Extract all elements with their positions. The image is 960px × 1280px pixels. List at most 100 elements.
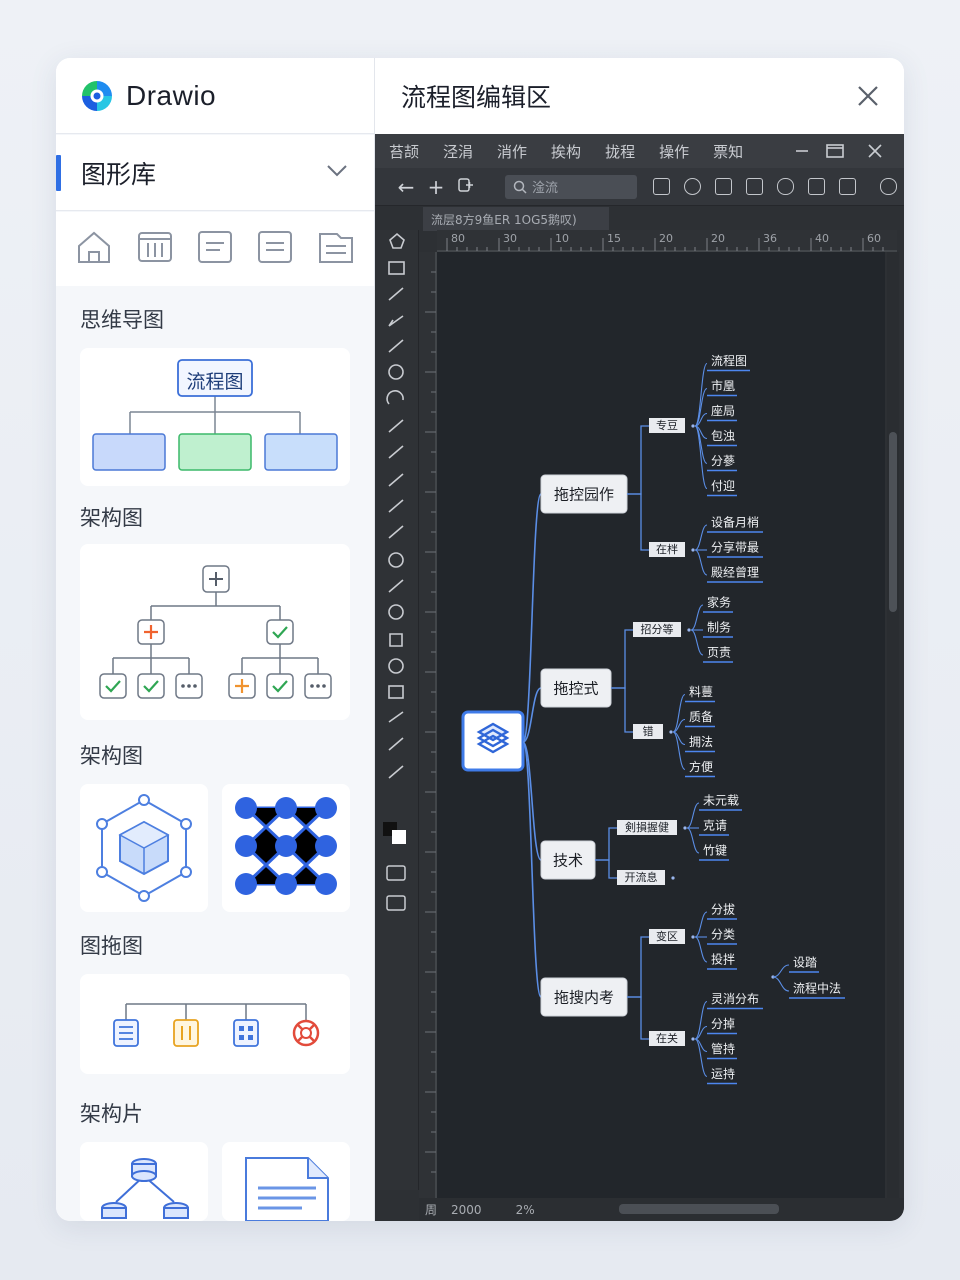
grid-view-icon[interactable]	[746, 178, 763, 195]
leaf-label: 分蔘	[711, 454, 735, 468]
shape-hex-icon[interactable]	[684, 178, 701, 195]
neural-network-icon	[235, 797, 337, 895]
library-title: 图形库	[81, 159, 157, 189]
connector-dot	[691, 1037, 695, 1041]
branch-label: 拖控式	[553, 680, 598, 698]
pause-icon	[173, 1019, 199, 1047]
cube-network-card[interactable]	[80, 784, 208, 912]
leaf-label: 分类	[711, 928, 735, 942]
editor-panel: 流程图编辑区 苔颉 泾涓 消作 挨构 拢程 操作 票知 ← + 淦流 流层8方9…	[374, 58, 904, 1221]
connector-dot	[691, 935, 695, 939]
horizontal-scrollbar-thumb[interactable]	[619, 1204, 779, 1214]
home-icon[interactable]	[75, 228, 113, 270]
emoji-icon[interactable]	[777, 178, 794, 195]
shape-library-panel: Drawio 图形库 思维导图 流程图 架构图 架构图 图拖图 架构片	[56, 58, 374, 1221]
brand-name: Drawio	[126, 79, 217, 111]
leaf-label: 殿经曾理	[711, 566, 759, 580]
diagram-canvas[interactable]: 拖控园作 专豆 流程图 市凰 座局 包浊 分蔘 付迎 在柈 设备月梢 分享带最 殿经曾理 拖控式 招分等 家…	[437, 252, 885, 1202]
menu-item[interactable]: 拢程	[605, 141, 635, 162]
group-label: 开流息	[625, 870, 658, 884]
maximize-icon[interactable]	[825, 141, 845, 165]
ruler-tick: 60	[867, 232, 881, 245]
connector-line	[686, 827, 700, 854]
connector-line	[595, 827, 617, 861]
menu-item[interactable]: 票知	[713, 141, 743, 162]
minimize-icon[interactable]	[795, 141, 809, 165]
leaf-label: 分拔	[711, 902, 735, 917]
database-tree-card[interactable]	[80, 1142, 208, 1221]
note-icon[interactable]	[196, 228, 234, 270]
leaf-label: 市凰	[711, 378, 735, 393]
tool-icons[interactable]	[375, 230, 419, 930]
group-label: 在关	[656, 1031, 678, 1045]
connector-dot	[691, 548, 695, 552]
menu-item[interactable]: 操作	[659, 141, 689, 162]
scrollbar-thumb[interactable]	[889, 432, 897, 612]
search-placeholder: 淦流	[532, 181, 559, 196]
list-view-icon[interactable]	[653, 178, 670, 195]
menu-item[interactable]: 消作	[497, 141, 527, 162]
leaf-label: 竹键	[703, 844, 727, 858]
connector-line	[694, 549, 708, 576]
group-label: 招分等	[641, 622, 674, 636]
connector-line	[522, 493, 542, 743]
leaf-label: 方便	[689, 759, 713, 774]
columns-icon[interactable]	[136, 228, 174, 270]
architecture-tree-card[interactable]	[80, 544, 350, 720]
connector-line	[611, 629, 633, 689]
search-input[interactable]: 淦流	[505, 174, 637, 199]
zoom-level[interactable]: 2%	[516, 1203, 535, 1217]
branch-label: 技术	[553, 852, 583, 870]
format-icon[interactable]	[451, 175, 481, 199]
chevron-down-icon[interactable]	[326, 163, 348, 182]
group-label: 在柈	[656, 542, 678, 556]
mindmap-template-card[interactable]: 流程图	[80, 348, 350, 486]
connector-dot	[669, 730, 673, 734]
menu-item[interactable]: 泾涓	[443, 141, 473, 162]
brand-header: Drawio	[56, 58, 374, 134]
leaf-label: 制务	[707, 620, 731, 635]
connector-line	[522, 741, 542, 998]
add-icon[interactable]: +	[421, 175, 451, 199]
section-title-mindmap: 思维导图	[80, 308, 164, 332]
panel-icon[interactable]	[839, 178, 856, 195]
document-tab[interactable]: 流层8方9鱼ER 1OG5鹅叹)	[423, 207, 609, 231]
neural-network-card[interactable]	[222, 784, 350, 912]
ruler-tick: 20	[659, 232, 673, 245]
mindmap-root-label: 流程图	[186, 371, 244, 393]
section-title-architecture-2: 架构图	[80, 744, 143, 768]
connector-line	[694, 911, 708, 938]
section-title-architecture: 架构图	[80, 506, 143, 530]
menu-item[interactable]: 挨构	[551, 141, 581, 162]
group-label: 变区	[656, 929, 678, 943]
component-row-card[interactable]	[80, 974, 350, 1074]
document-template-card[interactable]	[222, 1142, 350, 1221]
menu-bar: 苔颉 泾涓 消作 挨构 拢程 操作 票知	[375, 134, 904, 168]
window-close-icon[interactable]	[867, 141, 883, 165]
ruler-tick: 36	[763, 232, 777, 245]
back-arrow-icon[interactable]: ←	[391, 175, 421, 199]
connector-line	[694, 936, 708, 963]
connector-dot	[691, 424, 695, 428]
page-indicator: 2000	[451, 1202, 482, 1217]
quick-shape-row	[56, 212, 374, 286]
connector-line	[694, 425, 708, 490]
leaf-label: 料蘴	[689, 685, 713, 699]
branch-label: 拖搜内考	[554, 989, 614, 1007]
document-icon[interactable]	[256, 228, 294, 270]
export-icon[interactable]	[808, 178, 825, 195]
grid-icon	[233, 1019, 259, 1047]
menu-item[interactable]: 苔颉	[389, 141, 419, 162]
connector-line	[522, 741, 542, 861]
app-window: Drawio 图形库 思维导图 流程图 架构图 架构图 图拖图 架构片 流程图编…	[56, 58, 904, 1221]
comment-icon[interactable]	[715, 178, 732, 195]
vertical-scrollbar[interactable]	[887, 252, 899, 1202]
document-page-icon	[245, 1157, 329, 1221]
folder-icon[interactable]	[317, 228, 355, 270]
close-icon[interactable]	[843, 71, 893, 121]
mindmap-diagram: 拖控园作 专豆 流程图市凰座局包浊分蔘付迎在柈 设备月梢分享带最殿经曾理拖控式 招分等 家…	[461, 353, 845, 1085]
library-header[interactable]: 图形库	[56, 135, 374, 211]
leaf-label: 质备	[689, 710, 713, 724]
ruler-tick: 15	[607, 232, 621, 245]
user-icon[interactable]	[880, 178, 897, 195]
